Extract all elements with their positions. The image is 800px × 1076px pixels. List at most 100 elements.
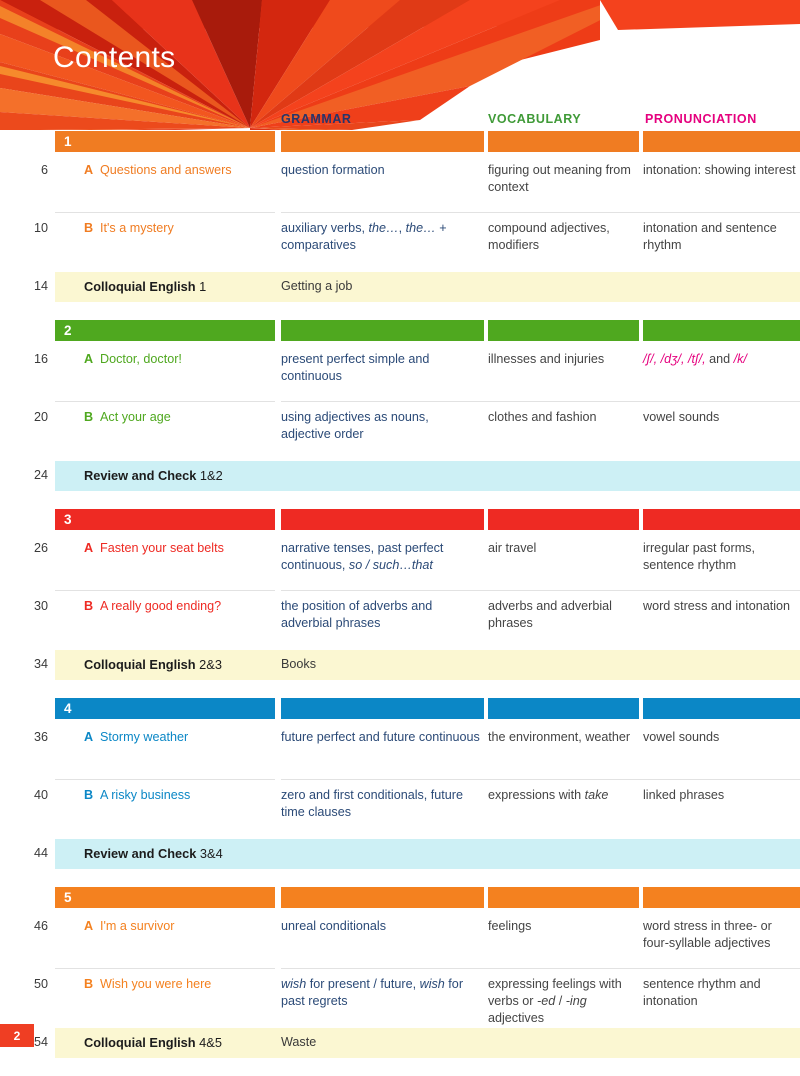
lesson-letter: A	[84, 541, 94, 555]
unit-bar-pronunciation	[643, 320, 800, 341]
lesson-vocabulary: illnesses and injuries	[488, 352, 605, 366]
lesson-grammar: auxiliary verbs, the…, the… + comparativ…	[281, 221, 447, 252]
contents-table: 1 6 A Questions and answers question formati…	[0, 131, 800, 1076]
unit-bar-grammar	[281, 131, 484, 152]
lesson-title[interactable]: I'm a survivor	[100, 918, 280, 935]
lesson-row[interactable]: 26 A Fasten your seat belts narrative tense…	[0, 532, 800, 590]
lesson-row[interactable]: 46 A I'm a survivor unreal conditionals feel…	[0, 910, 800, 968]
lesson-title[interactable]: Stormy weather	[100, 729, 280, 746]
unit-block: 3 26 A Fasten your seat belts narrative tens…	[0, 509, 800, 698]
special-row[interactable]: 54 Colloquial English 4&5 Waste	[0, 1028, 800, 1058]
unit-bar-title: 1	[55, 131, 275, 152]
lesson-letter: B	[84, 221, 94, 235]
special-extra: Waste	[281, 1035, 317, 1049]
lesson-title[interactable]: A really good ending?	[100, 598, 280, 615]
lesson-row[interactable]: 6 A Questions and answers question formatio…	[0, 154, 800, 212]
lesson-vocabulary: compound adjectives, modifiers	[488, 221, 610, 252]
unit-bar-title: 5	[55, 887, 275, 908]
lesson-title[interactable]: Fasten your seat belts	[100, 540, 280, 557]
column-header-pronunciation: PRONUNCIATION	[645, 112, 757, 126]
special-page-number: 34	[33, 657, 48, 671]
lesson-vocabulary: figuring out meaning from context	[488, 163, 631, 194]
lesson-grammar: using adjectives as nouns, adjective ord…	[281, 410, 429, 441]
lesson-title[interactable]: Wish you were here	[100, 976, 280, 993]
lesson-grammar: question formation	[281, 163, 385, 177]
lesson-row[interactable]: 16 A Doctor, doctor! present perfect simple…	[0, 343, 800, 401]
lesson-letter: B	[84, 977, 94, 991]
lesson-letter: A	[84, 352, 94, 366]
unit-number: 2	[64, 323, 72, 338]
unit-number: 1	[64, 134, 72, 149]
lesson-letter: A	[84, 730, 94, 744]
special-row[interactable]: 14 Colloquial English 1 Getting a job	[0, 272, 800, 302]
lesson-vocabulary: feelings	[488, 919, 532, 933]
lesson-row[interactable]: 10 B It's a mystery auxiliary verbs, the…, …	[0, 212, 800, 270]
lesson-row[interactable]: 30 B A really good ending? the position of …	[0, 590, 800, 648]
unit-bar-grammar	[281, 887, 484, 908]
unit-bar-grammar	[281, 698, 484, 719]
lesson-pronunciation: word stress and intonation	[643, 599, 791, 613]
lesson-page-number: 46	[33, 919, 48, 933]
special-label[interactable]: Colloquial English 4&5	[84, 1035, 222, 1050]
lesson-page-number: 30	[33, 599, 48, 613]
unit-color-bar: 1	[0, 131, 800, 152]
lesson-pronunciation: vowel sounds	[643, 730, 720, 744]
lesson-pronunciation: linked phrases	[643, 788, 725, 802]
unit-color-bar: 2	[0, 320, 800, 341]
lesson-row[interactable]: 40 B A risky business zero and first condit…	[0, 779, 800, 837]
special-label[interactable]: Review and Check 3&4	[84, 846, 223, 861]
lesson-title[interactable]: Questions and answers	[100, 162, 280, 179]
unit-spacer	[0, 869, 800, 887]
lesson-letter: A	[84, 163, 94, 177]
unit-number: 3	[64, 512, 72, 527]
lesson-pronunciation: irregular past forms, sentence rhythm	[643, 541, 755, 572]
unit-bar-title: 3	[55, 509, 275, 530]
lesson-title[interactable]: Doctor, doctor!	[100, 351, 280, 368]
lesson-page-number: 26	[33, 541, 48, 555]
unit-number: 5	[64, 890, 72, 905]
special-label[interactable]: Review and Check 1&2	[84, 468, 223, 483]
lesson-pronunciation: intonation and sentence rhythm	[643, 221, 777, 252]
unit-bar-pronunciation	[643, 698, 800, 719]
lesson-row[interactable]: 20 B Act your age using adjectives as nouns…	[0, 401, 800, 459]
unit-spacer	[0, 680, 800, 698]
lesson-letter: B	[84, 410, 94, 424]
special-label[interactable]: Colloquial English 2&3	[84, 657, 222, 672]
lesson-page-number: 50	[33, 977, 48, 991]
lesson-row[interactable]: 36 A Stormy weather future perfect and futu…	[0, 721, 800, 779]
special-page-number: 24	[33, 468, 48, 482]
special-page-number: 44	[33, 846, 48, 860]
lesson-grammar: narrative tenses, past perfect continuou…	[281, 541, 444, 572]
lesson-page-number: 10	[33, 221, 48, 235]
lesson-title[interactable]: It's a mystery	[100, 220, 280, 237]
lesson-letter: B	[84, 788, 94, 802]
lesson-pronunciation: word stress in three- or four-syllable a…	[643, 919, 772, 950]
lesson-title[interactable]: A risky business	[100, 787, 280, 804]
lesson-vocabulary: adverbs and adverbial phrases	[488, 599, 612, 630]
lesson-vocabulary: the environment, weather	[488, 730, 631, 744]
unit-block: 2 16 A Doctor, doctor! present perfect simpl…	[0, 320, 800, 509]
lesson-pronunciation: vowel sounds	[643, 410, 720, 424]
unit-bar-pronunciation	[643, 887, 800, 908]
lesson-title[interactable]: Act your age	[100, 409, 280, 426]
unit-color-bar: 4	[0, 698, 800, 719]
lesson-letter: A	[84, 919, 94, 933]
unit-bar-grammar	[281, 509, 484, 530]
page-number-badge: 2	[0, 1024, 34, 1047]
unit-bar-vocabulary	[488, 131, 639, 152]
special-row[interactable]: 44 Review and Check 3&4	[0, 839, 800, 869]
unit-block: 1 6 A Questions and answers question formati…	[0, 131, 800, 320]
lesson-row[interactable]: 50 B Wish you were here wish for present / …	[0, 968, 800, 1026]
unit-bar-title: 2	[55, 320, 275, 341]
unit-bar-pronunciation	[643, 509, 800, 530]
special-row[interactable]: 24 Review and Check 1&2	[0, 461, 800, 491]
unit-bar-vocabulary	[488, 320, 639, 341]
lesson-page-number: 6	[40, 163, 48, 177]
special-label[interactable]: Colloquial English 1	[84, 279, 206, 294]
lesson-page-number: 36	[33, 730, 48, 744]
lesson-page-number: 16	[33, 352, 48, 366]
unit-bar-grammar	[281, 320, 484, 341]
special-row[interactable]: 34 Colloquial English 2&3 Books	[0, 650, 800, 680]
lesson-grammar: the position of adverbs and adverbial ph…	[281, 599, 433, 630]
unit-spacer	[0, 302, 800, 320]
